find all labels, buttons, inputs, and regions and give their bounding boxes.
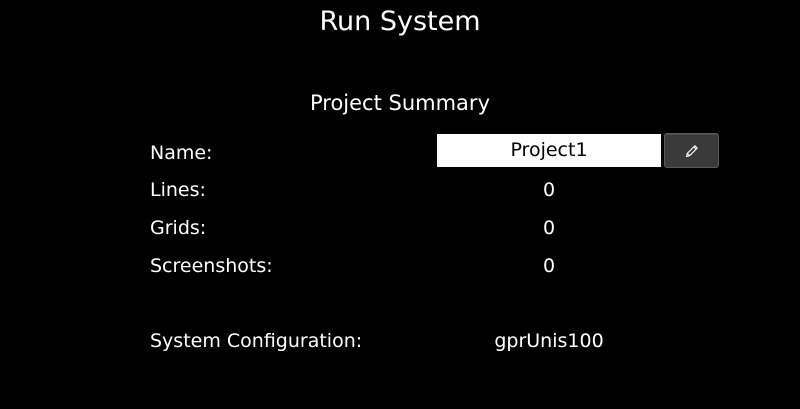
lines-label: Lines: (150, 179, 206, 201)
edit-name-button[interactable] (664, 133, 719, 168)
pencil-icon (684, 143, 700, 159)
screenshots-label: Screenshots: (150, 255, 273, 277)
project-summary-title: Project Summary (309, 91, 490, 115)
lines-count: 0 (542, 179, 556, 201)
system-configuration-label: System Configuration: (150, 330, 363, 352)
page-title: Run System (319, 6, 481, 37)
screenshots-count: 0 (542, 255, 556, 277)
project-name-field[interactable] (437, 134, 661, 167)
name-label: Name: (150, 142, 213, 164)
grids-count: 0 (542, 217, 556, 239)
grids-label: Grids: (150, 217, 207, 239)
system-configuration-value: gprUnis100 (494, 330, 604, 352)
